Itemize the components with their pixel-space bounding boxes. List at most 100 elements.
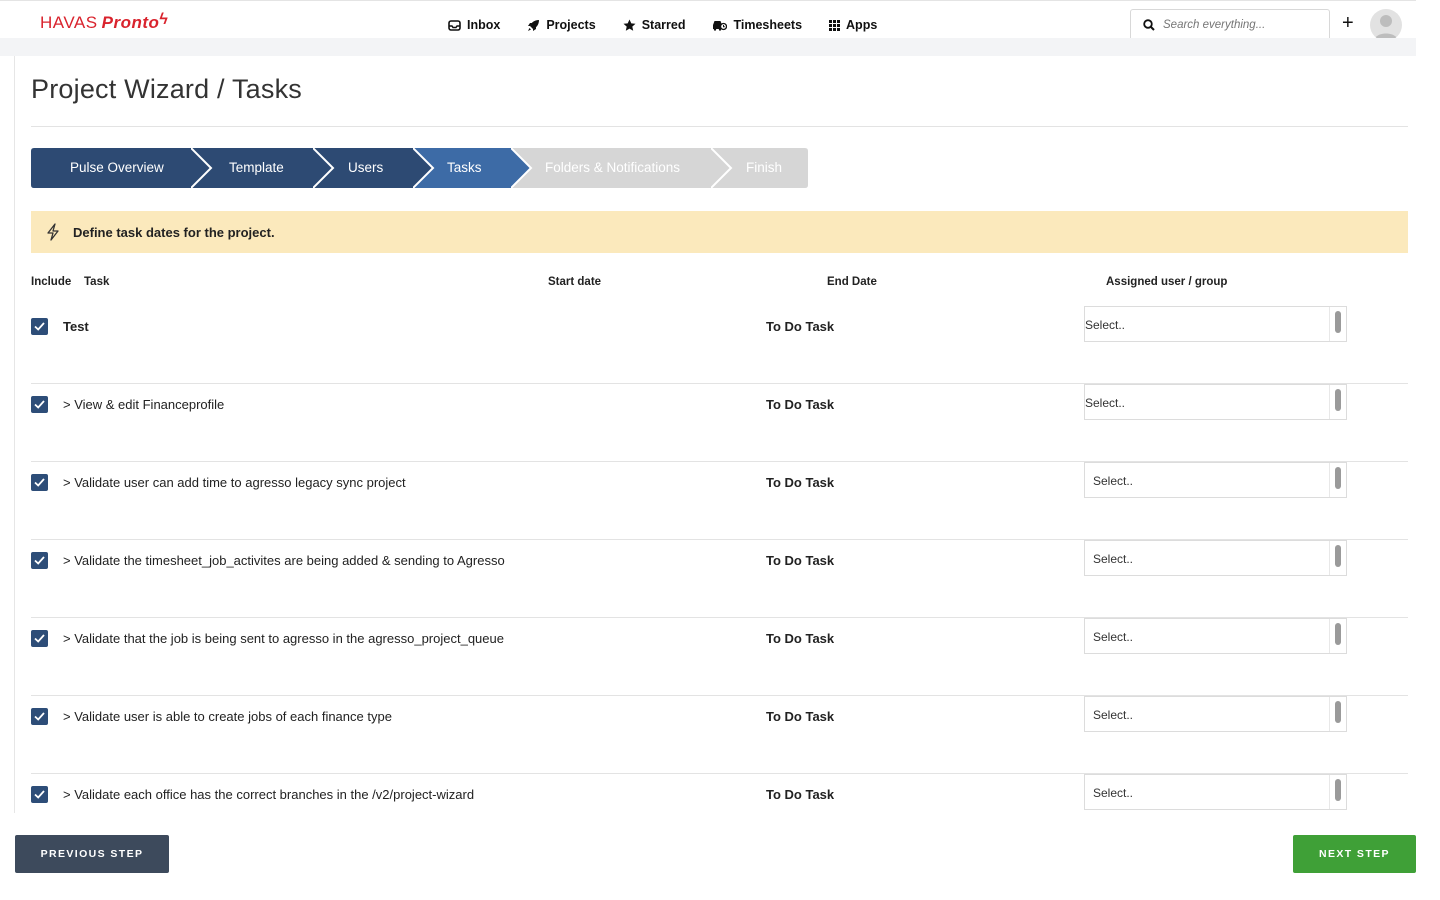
column-header-assigned: Assigned user / group [1106,276,1228,288]
task-name: > Validate user can add time to agresso … [63,475,406,490]
main-nav: Inbox Projects Starred Timesheets Apps [448,18,904,32]
select-scrollbar[interactable] [1335,623,1341,645]
include-checkbox[interactable] [31,318,48,335]
column-header-task: Task [84,276,110,288]
select-divider [1329,541,1330,575]
assigned-user-select[interactable]: Select.. [1084,696,1347,732]
assigned-user-select[interactable]: Select.. [1084,384,1347,420]
checkmark-icon [34,712,45,721]
logo-bolt-icon: ϟ [159,11,169,28]
checkmark-icon [34,400,45,409]
wizard-step-label: Finish [746,160,783,175]
select-divider [1329,307,1330,341]
grid-icon [829,19,841,31]
select-divider [1329,619,1330,653]
select-placeholder: Select.. [1093,630,1134,644]
star-icon [623,19,636,31]
select-scrollbar[interactable] [1335,701,1341,723]
table-row: > Validate user can add time to agresso … [31,462,1408,540]
task-type: To Do Task [766,709,835,724]
table-row: > Validate that the job is being sent to… [31,618,1408,696]
nav-timesheets[interactable]: Timesheets [712,18,802,32]
column-header-include: Include [31,276,72,288]
logo-pronto-text: Pronto [101,13,160,32]
column-header-end-date: End Date [827,276,877,288]
inbox-icon [448,19,461,31]
logo-havas-text: HAVAS [40,13,98,32]
task-name: > Validate each office has the correct b… [63,787,475,802]
select-scrollbar[interactable] [1335,779,1341,801]
nav-starred[interactable]: Starred [623,18,686,32]
global-search[interactable] [1130,9,1330,41]
assigned-user-select[interactable]: Select.. [1084,306,1347,342]
task-type: To Do Task [766,553,835,568]
nav-projects[interactable]: Projects [527,18,596,32]
alert-text: Define task dates for the project. [73,224,275,240]
search-input[interactable] [1163,19,1313,31]
assigned-user-select[interactable]: Select.. [1084,462,1347,498]
select-placeholder: Select.. [1085,318,1126,332]
page-gutter [1416,48,1440,812]
select-scrollbar[interactable] [1335,467,1341,489]
nav-inbox-label: Inbox [467,18,501,32]
include-checkbox[interactable] [31,708,48,725]
wizard-step-label: Users [348,160,384,175]
nav-timesheets-label: Timesheets [733,18,803,32]
assigned-user-select[interactable]: Select.. [1084,618,1347,654]
task-name: > Validate that the job is being sent to… [63,631,504,646]
assigned-user-select[interactable]: Select.. [1084,540,1347,576]
checkmark-icon [34,790,45,799]
task-name: > View & edit Financeprofile [63,397,225,412]
nav-inbox[interactable]: Inbox [448,18,500,32]
select-divider [1329,463,1330,497]
search-icon [1143,19,1155,31]
include-checkbox[interactable] [31,474,48,491]
select-placeholder: Select.. [1093,786,1134,800]
user-avatar-icon [1374,15,1398,41]
select-scrollbar[interactable] [1335,311,1341,333]
wizard-step-label: Folders & Notifications [545,160,681,175]
wizard-step-label: Template [229,160,284,175]
page-background [0,38,1416,56]
nav-apps[interactable]: Apps [829,18,877,32]
page-title: Project Wizard / Tasks [31,74,302,104]
top-navigation-bar: HAVAS Prontoϟ Inbox Projects Starred Time… [0,0,1416,41]
task-name: Test [63,319,89,334]
table-row: > Validate each office has the correct b… [31,774,1408,813]
checkmark-icon [34,634,45,643]
include-checkbox[interactable] [31,786,48,803]
nav-starred-label: Starred [641,18,686,32]
title-divider [31,126,1408,127]
select-scrollbar[interactable] [1335,545,1341,567]
checkmark-icon [34,322,45,331]
select-divider [1329,697,1330,731]
rocket-icon [528,19,540,31]
havas-pronto-logo[interactable]: HAVAS Prontoϟ [40,11,169,33]
select-placeholder: Select.. [1093,552,1134,566]
task-type: To Do Task [766,631,835,646]
user-avatar[interactable] [1370,9,1402,41]
task-type: To Do Task [766,319,835,334]
add-new-button[interactable]: + [1342,13,1354,33]
include-checkbox[interactable] [31,630,48,647]
nav-projects-label: Projects [546,18,596,32]
info-alert: Define task dates for the project. [31,211,1408,253]
next-step-button[interactable]: NEXT STEP [1293,835,1416,873]
table-row: > View & edit Financeprofile To Do Task … [31,384,1408,462]
checkmark-icon [34,478,45,487]
wizard-card: Project Wizard / Tasks Pulse Overview Te… [14,56,1416,813]
table-row: > Validate user is able to create jobs o… [31,696,1408,774]
assigned-user-select[interactable]: Select.. [1084,774,1347,810]
select-scrollbar[interactable] [1335,389,1341,411]
previous-step-button[interactable]: PREVIOUS STEP [15,835,169,873]
select-divider [1329,385,1330,419]
nav-apps-label: Apps [846,18,878,32]
select-divider [1329,775,1330,809]
include-checkbox[interactable] [31,396,48,413]
task-type: To Do Task [766,475,835,490]
select-placeholder: Select.. [1085,396,1126,410]
task-name: > Validate user is able to create jobs o… [63,709,392,724]
bolt-icon [47,223,59,241]
include-checkbox[interactable] [31,552,48,569]
checkmark-icon [34,556,45,565]
